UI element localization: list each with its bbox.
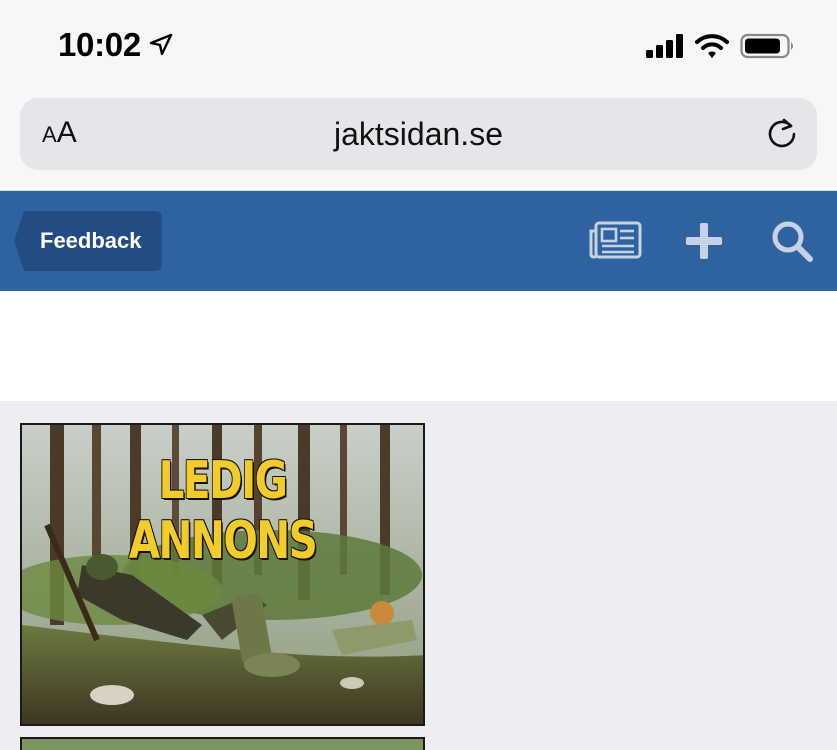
battery-icon (740, 33, 793, 59)
search-icon[interactable] (770, 219, 814, 263)
ad-banner[interactable]: LEDIG ANNONS (20, 423, 425, 726)
clock-time: 10:02 (58, 26, 141, 63)
feedback-button[interactable]: Feedback (14, 211, 162, 271)
status-bar: 10:02 (0, 0, 837, 92)
ad-title: LEDIG ANNONS (128, 451, 318, 571)
wifi-icon (695, 34, 729, 58)
location-arrow-icon (149, 33, 173, 56)
url-text[interactable]: jaktsidan.se (20, 116, 817, 153)
reload-icon[interactable] (763, 115, 801, 153)
plus-icon[interactable] (684, 221, 724, 261)
ad-banner-next[interactable] (20, 737, 425, 750)
address-bar[interactable]: AA jaktsidan.se (20, 98, 817, 170)
content-area: LEDIG ANNONS (0, 401, 837, 750)
browser-chrome: AA jaktsidan.se (0, 92, 837, 188)
site-header: Feedback (0, 190, 837, 291)
page-spacer (0, 291, 837, 401)
cellular-signal-icon (646, 34, 683, 58)
news-icon[interactable] (588, 221, 642, 261)
